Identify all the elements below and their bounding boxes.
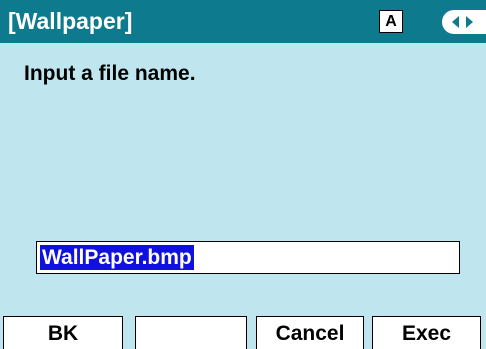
input-mode-badge: A [379,10,403,33]
softkey-cancel[interactable]: Cancel [256,316,364,349]
prompt-text: Input a file name. [24,62,196,85]
softkey-blank[interactable] [135,316,247,349]
softkey-exec[interactable]: Exec [372,316,481,349]
softkey-bk[interactable]: BK [3,316,123,349]
left-right-arrows-icon[interactable] [442,10,486,34]
title-bar: [Wallpaper] A [0,0,486,43]
file-name-input[interactable]: WallPaper.bmp [36,241,460,274]
screen-title: [Wallpaper] [8,8,133,34]
phone-display: [Wallpaper] A Input a file name. WallPap… [0,0,486,349]
file-name-value: WallPaper.bmp [40,245,194,270]
